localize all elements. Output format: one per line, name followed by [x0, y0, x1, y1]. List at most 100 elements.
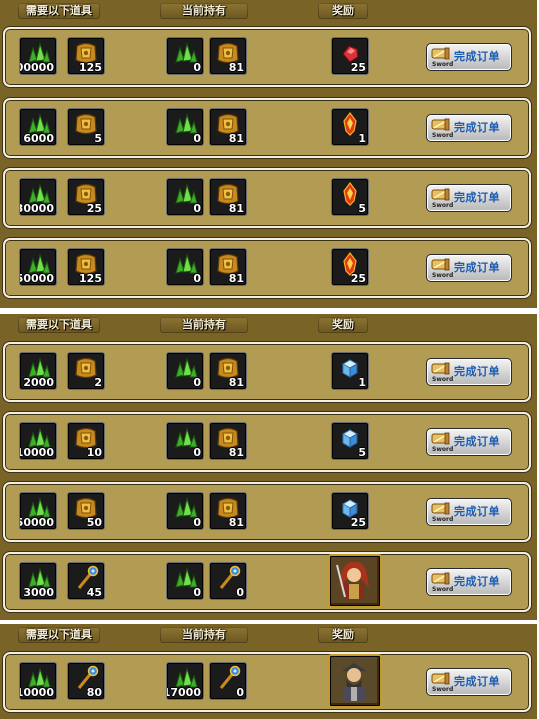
- required-item-slot[interactable]: 100000: [19, 37, 57, 75]
- held-item-slot[interactable]: 0: [166, 492, 204, 530]
- required-item-slot[interactable]: 10: [67, 422, 105, 460]
- sword-caption: Sword: [432, 272, 454, 279]
- complete-order-label: 完成订单: [454, 121, 500, 134]
- item-count: 0: [193, 586, 201, 599]
- held-item-slot[interactable]: 0: [166, 352, 204, 390]
- reward-slot[interactable]: 25: [331, 37, 369, 75]
- complete-order-button[interactable]: 完成订单 Sword: [426, 358, 512, 386]
- order-row: 10000 10 0 81 5 完成订单 Sword: [3, 412, 531, 472]
- required-item-slot[interactable]: 45: [67, 562, 105, 600]
- item-count: 10: [86, 446, 102, 459]
- held-item-slot[interactable]: 81: [209, 492, 247, 530]
- held-item-slot[interactable]: 0: [166, 422, 204, 460]
- item-count: 100000: [20, 61, 54, 74]
- held-item-slot[interactable]: 81: [209, 37, 247, 75]
- required-item-slot[interactable]: 80: [67, 662, 105, 700]
- reward-slot[interactable]: 5: [331, 422, 369, 460]
- complete-order-button[interactable]: 完成订单 Sword: [426, 428, 512, 456]
- required-item-slot[interactable]: 10000: [19, 662, 57, 700]
- complete-order-label: 完成订单: [454, 505, 500, 518]
- item-count: 25: [350, 272, 366, 285]
- reward-slot[interactable]: [328, 554, 382, 608]
- held-item-slot[interactable]: 0: [166, 37, 204, 75]
- complete-order-button[interactable]: 完成订单 Sword: [426, 184, 512, 212]
- reward-slot[interactable]: 5: [331, 178, 369, 216]
- order-row: 100000 125 0 81 25 完成订单Sword: [3, 27, 531, 87]
- sword-caption: Sword: [432, 132, 454, 139]
- complete-order-button[interactable]: 完成订单 Sword: [426, 254, 512, 282]
- item-count: 6000: [23, 132, 54, 145]
- required-item-slot[interactable]: 125: [67, 37, 105, 75]
- required-item-slot[interactable]: 150000: [19, 248, 57, 286]
- required-item-slot[interactable]: 25: [67, 178, 105, 216]
- complete-order-label: 完成订单: [454, 575, 500, 588]
- required-item-slot[interactable]: 2000: [19, 352, 57, 390]
- order-row: 30000 25 0 81 5 完成订单 Sword: [3, 168, 531, 228]
- header-reward: 奖励: [318, 3, 368, 19]
- item-count: 25: [350, 61, 366, 74]
- reward-slot[interactable]: 25: [331, 248, 369, 286]
- held-item-slot[interactable]: 0: [209, 662, 247, 700]
- panel-header: 需要以下道具 当前持有 奖励: [0, 624, 537, 646]
- item-count: 3000: [23, 586, 54, 599]
- item-count: 1: [358, 376, 366, 389]
- item-count: 0: [193, 446, 201, 459]
- item-count: 50: [86, 516, 102, 529]
- header-required-items: 需要以下道具: [18, 3, 100, 19]
- held-item-slot[interactable]: 81: [209, 108, 247, 146]
- required-item-slot[interactable]: 30000: [19, 178, 57, 216]
- item-count: 10000: [19, 446, 54, 459]
- required-item-slot[interactable]: 3000: [19, 562, 57, 600]
- complete-order-button[interactable]: 完成订单 Sword: [426, 498, 512, 526]
- complete-order-button[interactable]: 完成订单 Sword: [426, 668, 512, 696]
- item-count: 0: [193, 516, 201, 529]
- item-count: 81: [228, 202, 244, 215]
- reward-slot[interactable]: 25: [331, 492, 369, 530]
- held-item-slot[interactable]: 81: [209, 248, 247, 286]
- panel-header: 需要以下道具 当前持有 奖励: [0, 0, 537, 22]
- held-item-slot[interactable]: 0: [166, 562, 204, 600]
- item-count: 25: [86, 202, 102, 215]
- complete-order-button[interactable]: 完成订单 Sword: [426, 568, 512, 596]
- held-item-slot[interactable]: 81: [209, 352, 247, 390]
- sword-caption: Sword: [432, 586, 454, 593]
- item-count: 17000: [166, 686, 201, 699]
- required-item-slot[interactable]: 2: [67, 352, 105, 390]
- item-count: 45: [86, 586, 102, 599]
- held-item-slot[interactable]: 0: [166, 248, 204, 286]
- header-reward: 奖励: [318, 627, 368, 643]
- reward-slot[interactable]: 1: [331, 108, 369, 146]
- header-required-items: 需要以下道具: [18, 627, 100, 643]
- held-item-slot[interactable]: 81: [209, 422, 247, 460]
- item-count: 2000: [23, 376, 54, 389]
- header-currently-held: 当前持有: [160, 317, 248, 333]
- reward-slot[interactable]: 1: [331, 352, 369, 390]
- complete-order-label: 完成订单: [454, 50, 500, 63]
- held-item-slot[interactable]: 0: [166, 178, 204, 216]
- held-item-slot[interactable]: 81: [209, 178, 247, 216]
- item-count: 80: [86, 686, 102, 699]
- required-item-slot[interactable]: 50000: [19, 492, 57, 530]
- complete-order-button[interactable]: 完成订单 Sword: [426, 114, 512, 142]
- panel-header: 需要以下道具 当前持有 奖励: [0, 314, 537, 336]
- complete-order-label: 完成订单: [454, 261, 500, 274]
- required-item-slot[interactable]: 125: [67, 248, 105, 286]
- required-item-slot[interactable]: 5: [67, 108, 105, 146]
- held-item-slot[interactable]: 17000: [166, 662, 204, 700]
- item-count: 5: [94, 132, 102, 145]
- order-row: 10000 80 17000 0 完成订单 Sword: [3, 652, 531, 712]
- held-item-slot[interactable]: 0: [209, 562, 247, 600]
- sword-caption: Sword: [432, 516, 454, 523]
- order-row: 6000 5 0 81 1 完成订单 Sword: [3, 98, 531, 158]
- required-item-slot[interactable]: 6000: [19, 108, 57, 146]
- item-count: 0: [193, 202, 201, 215]
- complete-order-button[interactable]: 完成订单 Sword: [426, 43, 512, 71]
- sword-caption: Sword: [432, 61, 454, 68]
- required-item-slot[interactable]: 10000: [19, 422, 57, 460]
- held-item-slot[interactable]: 0: [166, 108, 204, 146]
- header-reward: 奖励: [318, 317, 368, 333]
- item-count: 25: [350, 516, 366, 529]
- complete-order-label: 完成订单: [454, 365, 500, 378]
- reward-slot[interactable]: [328, 654, 382, 708]
- required-item-slot[interactable]: 50: [67, 492, 105, 530]
